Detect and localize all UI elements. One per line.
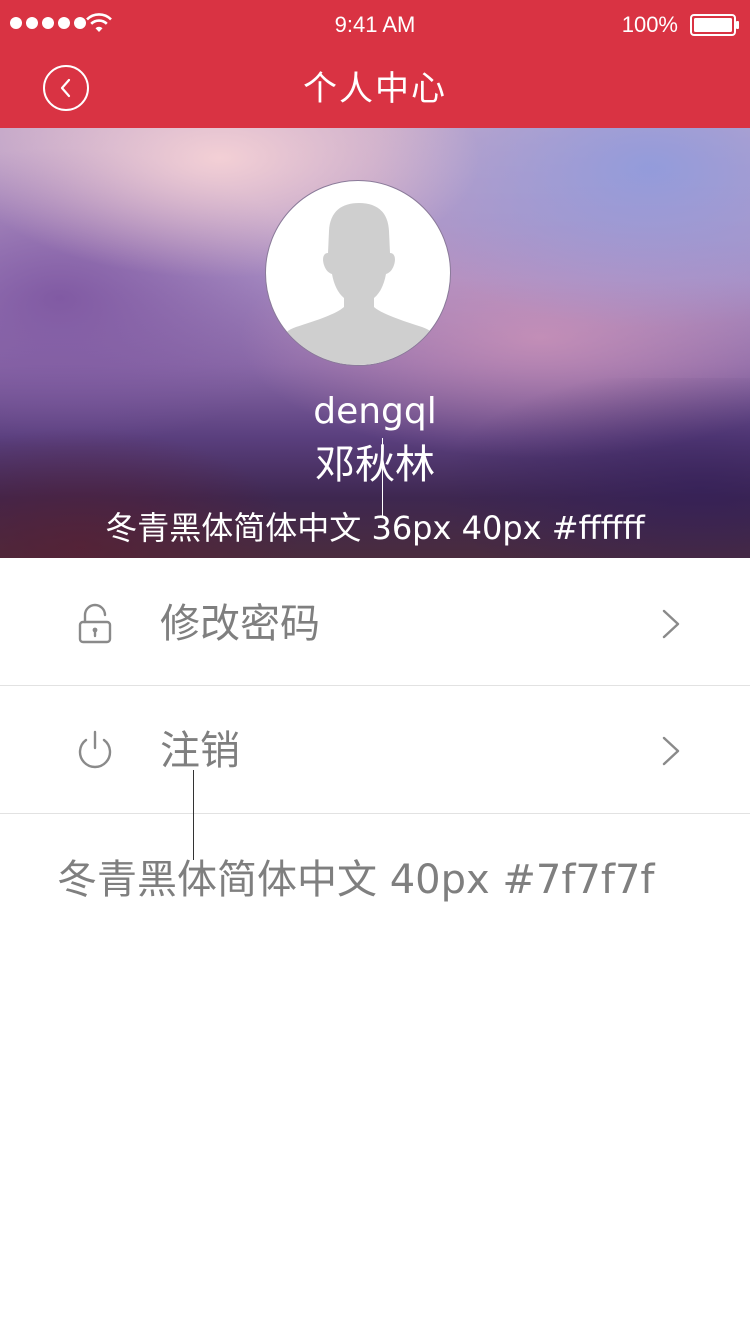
profile-header: dengql 邓秋林 冬青黑体简体中文 36px 40px #ffffff	[0, 128, 750, 558]
menu-item-label: 修改密码	[160, 601, 320, 647]
typography-annotation: 冬青黑体简体中文 36px 40px #ffffff	[105, 509, 645, 547]
menu-item-label: 注销	[160, 728, 240, 774]
battery-icon	[690, 14, 739, 36]
annotation-guide-line	[193, 770, 194, 860]
default-avatar-icon	[278, 203, 440, 365]
chevron-right-icon	[662, 609, 680, 639]
avatar[interactable]	[265, 180, 451, 366]
annotation-guide-line	[382, 438, 383, 516]
lock-icon	[78, 603, 112, 644]
status-bar: 9:41 AM 100%	[0, 0, 750, 50]
menu-item-logout[interactable]: 注销	[0, 686, 750, 814]
page-title: 个人中心	[303, 69, 447, 109]
typography-annotation: 冬青黑体简体中文 40px #7f7f7f	[57, 857, 655, 903]
power-icon	[78, 730, 112, 769]
username: dengql	[313, 391, 437, 432]
top-bar: 9:41 AM 100% 个人中心	[0, 0, 750, 128]
profile-screen: 9:41 AM 100% 个人中心 dengql 邓秋林 冬青黑体简体中文 36…	[0, 0, 750, 1334]
battery-percent: 100%	[621, 12, 678, 37]
chevron-right-icon	[662, 736, 680, 766]
menu-item-change-password[interactable]: 修改密码	[0, 559, 750, 686]
real-name: 邓秋林	[315, 442, 435, 488]
